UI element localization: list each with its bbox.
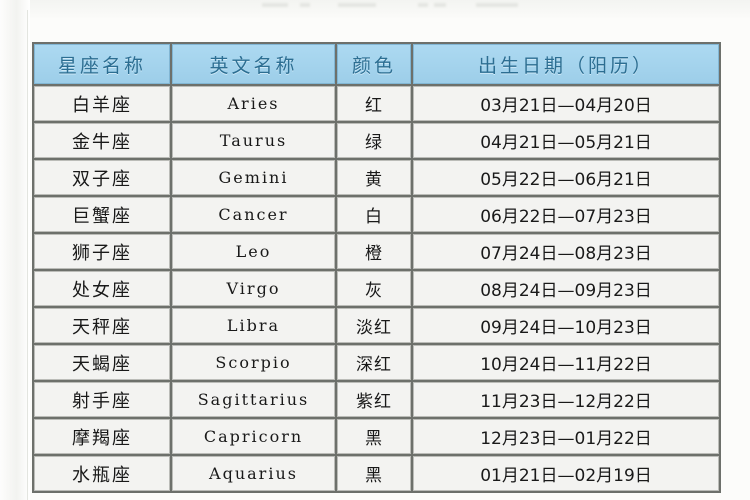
table-row: 白羊座 Aries 红 03月21日—04月20日 bbox=[34, 86, 719, 121]
scan-smudge bbox=[262, 3, 288, 7]
cell-english-name: Cancer bbox=[172, 197, 335, 232]
zodiac-table: 星座名称 英文名称 颜色 出生日期（阳历） 白羊座 Aries 红 03月21日—04… bbox=[32, 42, 721, 493]
scan-smudge bbox=[434, 3, 446, 7]
cell-birth-date: 11月23日—12月22日 bbox=[413, 382, 719, 417]
table-row: 双子座 Gemini 黄 05月22日—06月21日 bbox=[34, 160, 719, 195]
cell-zodiac-name: 巨蟹座 bbox=[34, 197, 170, 232]
cell-color-value: 深红 bbox=[337, 345, 411, 380]
cell-english-name: Scorpio bbox=[172, 345, 335, 380]
cell-english-name: Gemini bbox=[172, 160, 335, 195]
cell-zodiac-name: 双子座 bbox=[34, 160, 170, 195]
page-gutter-line bbox=[27, 10, 28, 500]
cell-zodiac-name: 狮子座 bbox=[34, 234, 170, 269]
cell-birth-date: 09月24日—10月23日 bbox=[413, 308, 719, 343]
cell-zodiac-name: 射手座 bbox=[34, 382, 170, 417]
table-row: 狮子座 Leo 橙 07月24日—08月23日 bbox=[34, 234, 719, 269]
cell-color-value: 淡红 bbox=[337, 308, 411, 343]
table-row: 摩羯座 Capricorn 黑 12月23日—01月22日 bbox=[34, 419, 719, 454]
cell-color-value: 绿 bbox=[337, 123, 411, 158]
cell-english-name: Capricorn bbox=[172, 419, 335, 454]
table-row: 射手座 Sagittarius 紫红 11月23日—12月22日 bbox=[34, 382, 719, 417]
column-header-color: 颜色 bbox=[337, 44, 411, 84]
cell-birth-date: 06月22日—07月23日 bbox=[413, 197, 719, 232]
cell-birth-date: 03月21日—04月20日 bbox=[413, 86, 719, 121]
cell-zodiac-name: 水瓶座 bbox=[34, 456, 170, 491]
cell-color-value: 白 bbox=[337, 197, 411, 232]
cell-zodiac-name: 金牛座 bbox=[34, 123, 170, 158]
cell-birth-date: 07月24日—08月23日 bbox=[413, 234, 719, 269]
table-row: 水瓶座 Aquarius 黑 01月21日—02月19日 bbox=[34, 456, 719, 491]
cell-color-value: 紫红 bbox=[337, 382, 411, 417]
cell-birth-date: 08月24日—09月23日 bbox=[413, 271, 719, 306]
cell-zodiac-name: 天秤座 bbox=[34, 308, 170, 343]
cell-english-name: Virgo bbox=[172, 271, 335, 306]
table-row: 天秤座 Libra 淡红 09月24日—10月23日 bbox=[34, 308, 719, 343]
cell-color-value: 黑 bbox=[337, 456, 411, 491]
cell-color-value: 橙 bbox=[337, 234, 411, 269]
table-header-row: 星座名称 英文名称 颜色 出生日期（阳历） bbox=[34, 44, 719, 84]
cell-color-value: 黄 bbox=[337, 160, 411, 195]
cell-color-value: 红 bbox=[337, 86, 411, 121]
cell-birth-date: 05月22日—06月21日 bbox=[413, 160, 719, 195]
table-row: 天蝎座 Scorpio 深红 10月24日—11月22日 bbox=[34, 345, 719, 380]
cell-english-name: Aquarius bbox=[172, 456, 335, 491]
column-header-zodiac-name: 星座名称 bbox=[34, 44, 170, 84]
cell-english-name: Sagittarius bbox=[172, 382, 335, 417]
cell-zodiac-name: 白羊座 bbox=[34, 86, 170, 121]
table-row: 巨蟹座 Cancer 白 06月22日—07月23日 bbox=[34, 197, 719, 232]
scan-smudge bbox=[338, 3, 376, 7]
scan-smudge bbox=[476, 3, 518, 7]
cell-zodiac-name: 天蝎座 bbox=[34, 345, 170, 380]
cell-english-name: Taurus bbox=[172, 123, 335, 158]
page-canvas: 星座名称 英文名称 颜色 出生日期（阳历） 白羊座 Aries 红 03月21日—04… bbox=[0, 0, 750, 500]
scan-smudge bbox=[300, 3, 310, 7]
scan-smudge bbox=[418, 3, 428, 7]
table-row: 处女座 Virgo 灰 08月24日—09月23日 bbox=[34, 271, 719, 306]
cell-color-value: 黑 bbox=[337, 419, 411, 454]
cell-zodiac-name: 摩羯座 bbox=[34, 419, 170, 454]
cell-birth-date: 12月23日—01月22日 bbox=[413, 419, 719, 454]
cell-birth-date: 01月21日—02月19日 bbox=[413, 456, 719, 491]
column-header-english-name: 英文名称 bbox=[172, 44, 335, 84]
cell-zodiac-name: 处女座 bbox=[34, 271, 170, 306]
page-left-gutter bbox=[0, 0, 30, 500]
cell-birth-date: 04月21日—05月21日 bbox=[413, 123, 719, 158]
cell-birth-date: 10月24日—11月22日 bbox=[413, 345, 719, 380]
cell-english-name: Leo bbox=[172, 234, 335, 269]
table-body: 白羊座 Aries 红 03月21日—04月20日 金牛座 Taurus 绿 04月21日—0… bbox=[34, 86, 719, 491]
column-header-birth-date: 出生日期（阳历） bbox=[413, 44, 719, 84]
cell-english-name: Aries bbox=[172, 86, 335, 121]
table-header: 星座名称 英文名称 颜色 出生日期（阳历） bbox=[34, 44, 719, 84]
scan-artifact-top bbox=[0, 0, 750, 18]
table-row: 金牛座 Taurus 绿 04月21日—05月21日 bbox=[34, 123, 719, 158]
cell-english-name: Libra bbox=[172, 308, 335, 343]
cell-color-value: 灰 bbox=[337, 271, 411, 306]
